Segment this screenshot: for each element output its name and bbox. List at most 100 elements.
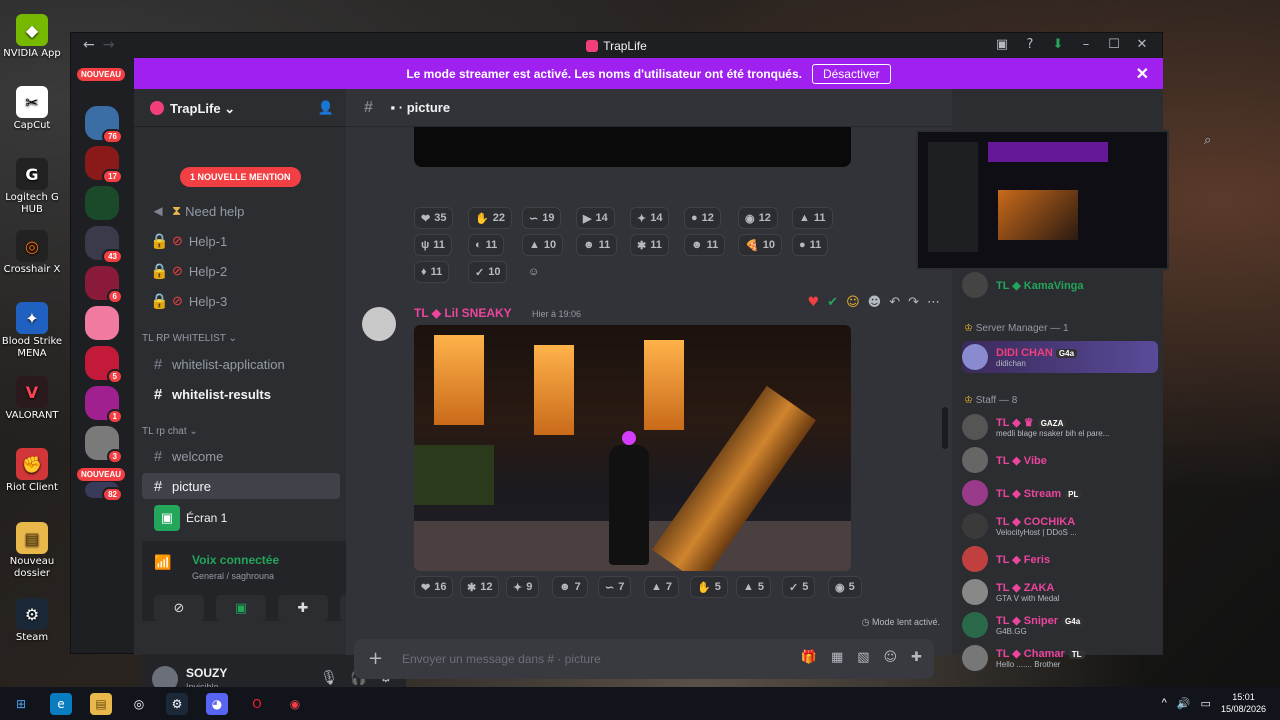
reaction-chip[interactable]: ▶ 14: [576, 207, 615, 229]
reply-icon[interactable]: ↶: [889, 295, 900, 310]
member-item[interactable]: TL ◆ Vibe: [962, 444, 1158, 476]
screen-share-button-icon[interactable]: ▣: [216, 595, 266, 621]
reaction-chip[interactable]: ψ 11: [414, 234, 452, 256]
sticker-icon[interactable]: ▧: [857, 650, 869, 665]
screen-share-preview[interactable]: [916, 130, 1169, 270]
avatar[interactable]: [362, 307, 396, 341]
activities-icon[interactable]: ✚: [278, 595, 328, 621]
desktop-icon-riot[interactable]: ✊ Riot Client: [0, 448, 64, 494]
scrollbar[interactable]: [942, 407, 948, 449]
message-author[interactable]: TL ◆ Lil SNEAKY: [414, 306, 512, 320]
message-image[interactable]: [414, 325, 851, 571]
desktop-icon-steam[interactable]: ⚙ Steam: [0, 598, 64, 644]
reaction-chip[interactable]: ✦ 14: [630, 207, 670, 229]
deactivate-button[interactable]: Désactiver: [811, 63, 891, 84]
heart-reaction-icon[interactable]: ♥: [808, 295, 820, 310]
channel-welcome[interactable]: # welcome: [142, 443, 340, 469]
reaction-chip[interactable]: ◐ 11: [468, 234, 505, 256]
camera-off-icon[interactable]: ⊘: [154, 595, 204, 621]
add-reaction-icon[interactable]: ☻: [868, 295, 882, 310]
composer-placeholder[interactable]: Envoyer un message dans # · picture: [402, 652, 601, 666]
channel-help-3[interactable]: 🔒 ⊘ Help-3: [142, 288, 340, 314]
reaction-chip[interactable]: ▲ 11: [792, 207, 833, 229]
member-item[interactable]: TL ◆ KamaVinga: [962, 269, 1158, 301]
member-item[interactable]: TL ◆ Chamar TL Hello ....... Brother: [962, 642, 1158, 674]
member-item[interactable]: TL ◆ COCHIKA VelocityHost | DDoS ...: [962, 510, 1158, 542]
add-reaction-button[interactable]: ☺: [522, 261, 545, 283]
inbox-icon[interactable]: ▣: [988, 37, 1016, 52]
download-icon[interactable]: ⬇: [1044, 37, 1072, 52]
close-button[interactable]: ✕: [1128, 37, 1156, 52]
add-attachment-icon[interactable]: +: [368, 648, 383, 669]
reaction-chip[interactable]: ◉ 5: [828, 576, 862, 598]
reaction-chip[interactable]: ❤ 35: [414, 207, 454, 229]
guild-header[interactable]: TrapLife ⌄ 👤: [134, 89, 346, 127]
windows-start-icon[interactable]: ⊞: [10, 693, 32, 715]
desktop-icon-nvidia[interactable]: ◆ NVIDIA App: [0, 14, 64, 60]
reaction-chip[interactable]: ∽ 19: [522, 207, 562, 229]
server-icon-traplife[interactable]: [85, 306, 119, 340]
reaction-chip[interactable]: ▲ 7: [644, 576, 680, 598]
channel-need-help[interactable]: ◄ ⧗ Need help: [142, 198, 340, 224]
channel-whitelist-results[interactable]: # whitelist-results: [142, 381, 340, 407]
volume-icon[interactable]: 🔊: [1177, 697, 1191, 710]
previous-image[interactable]: [414, 127, 851, 167]
help-icon[interactable]: ?: [1016, 37, 1044, 52]
add-member-icon[interactable]: 👤: [318, 100, 334, 116]
desktop-icon-bloodstrike[interactable]: ✦ Blood Strike MENA: [0, 302, 64, 360]
server-icon[interactable]: 82: [85, 482, 123, 502]
reaction-chip[interactable]: ✦ 9: [506, 576, 540, 598]
server-icon[interactable]: 5: [85, 346, 123, 384]
gif-icon[interactable]: ▦: [831, 650, 843, 665]
forward-icon[interactable]: ↷: [908, 295, 919, 310]
file-explorer-icon[interactable]: ▤: [90, 693, 112, 715]
laugh-reaction-icon[interactable]: ☺: [846, 295, 860, 310]
emoji-icon[interactable]: ☺: [884, 650, 898, 665]
reaction-chip[interactable]: ● 12: [684, 207, 721, 229]
obs-icon[interactable]: ◉: [284, 693, 306, 715]
channel-picture[interactable]: # picture: [142, 473, 340, 499]
category-chat[interactable]: TL rp chat ⌄: [142, 426, 198, 437]
member-item[interactable]: TL ◆ ZAKA GTA V with Medal: [962, 576, 1158, 608]
reaction-chip[interactable]: ✱ 11: [630, 234, 669, 256]
desktop-icon-crosshair[interactable]: ◎ Crosshair X: [0, 230, 64, 276]
member-item[interactable]: TL ◆ ♛ GAZA medli blage nsaker bih el pare…: [962, 411, 1158, 443]
member-item[interactable]: TL ◆ Feris: [962, 543, 1158, 575]
search-icon[interactable]: ⌕: [1204, 133, 1211, 148]
reaction-chip[interactable]: ☻ 11: [576, 234, 618, 256]
reaction-chip[interactable]: ❤ 16: [414, 576, 454, 598]
clock[interactable]: 15:01 15/08/2026: [1221, 691, 1266, 715]
reaction-chip[interactable]: ∽ 7: [598, 576, 632, 598]
member-item[interactable]: DIDI CHAN G4a didichan: [962, 341, 1158, 373]
apps-icon[interactable]: ✚: [911, 650, 922, 665]
chevron-up-icon[interactable]: ^: [1162, 697, 1167, 709]
server-icon[interactable]: [85, 186, 119, 220]
reaction-chip[interactable]: ✋ 22: [468, 207, 512, 229]
reaction-chip[interactable]: ▲ 5: [736, 576, 772, 598]
category-whitelist[interactable]: TL RP WHITELIST ⌄: [142, 333, 237, 344]
desktop-icon-valorant[interactable]: V VALORANT: [0, 376, 64, 422]
desktop-icon-logitech[interactable]: G Logitech G HUB: [0, 158, 64, 216]
reaction-chip[interactable]: ✓ 10: [468, 261, 508, 283]
network-icon[interactable]: ▭: [1201, 697, 1211, 710]
gift-icon[interactable]: 🎁: [801, 650, 817, 665]
reaction-chip[interactable]: ☻ 7: [552, 576, 588, 598]
desktop-icon-folder[interactable]: ▤ Nouveau dossier: [0, 522, 64, 580]
reaction-chip[interactable]: ☻ 11: [684, 234, 726, 256]
reaction-chip[interactable]: ✓ 5: [782, 576, 816, 598]
minimize-button[interactable]: –: [1072, 37, 1100, 52]
channel-whitelist-application[interactable]: # whitelist-application: [142, 351, 340, 377]
channel-help-2[interactable]: 🔒 ⊘ Help-2: [142, 258, 340, 284]
server-icon[interactable]: 6: [85, 266, 123, 304]
voice-status[interactable]: Voix connectée: [192, 553, 279, 567]
opera-icon[interactable]: O: [246, 693, 268, 715]
check-reaction-icon[interactable]: ✔: [827, 295, 838, 310]
new-mention-pill[interactable]: 1 NOUVELLE MENTION: [180, 167, 301, 187]
server-icon[interactable]: 17: [85, 146, 123, 184]
steam-taskbar-icon[interactable]: ⚙: [166, 693, 188, 715]
server-icon[interactable]: 76: [85, 106, 123, 144]
crosshair-taskbar-icon[interactable]: ◎: [128, 693, 150, 715]
banner-close-icon[interactable]: ✕: [1136, 64, 1149, 84]
server-icon[interactable]: 3: [85, 426, 123, 464]
reaction-chip[interactable]: ▲ 10: [522, 234, 564, 256]
